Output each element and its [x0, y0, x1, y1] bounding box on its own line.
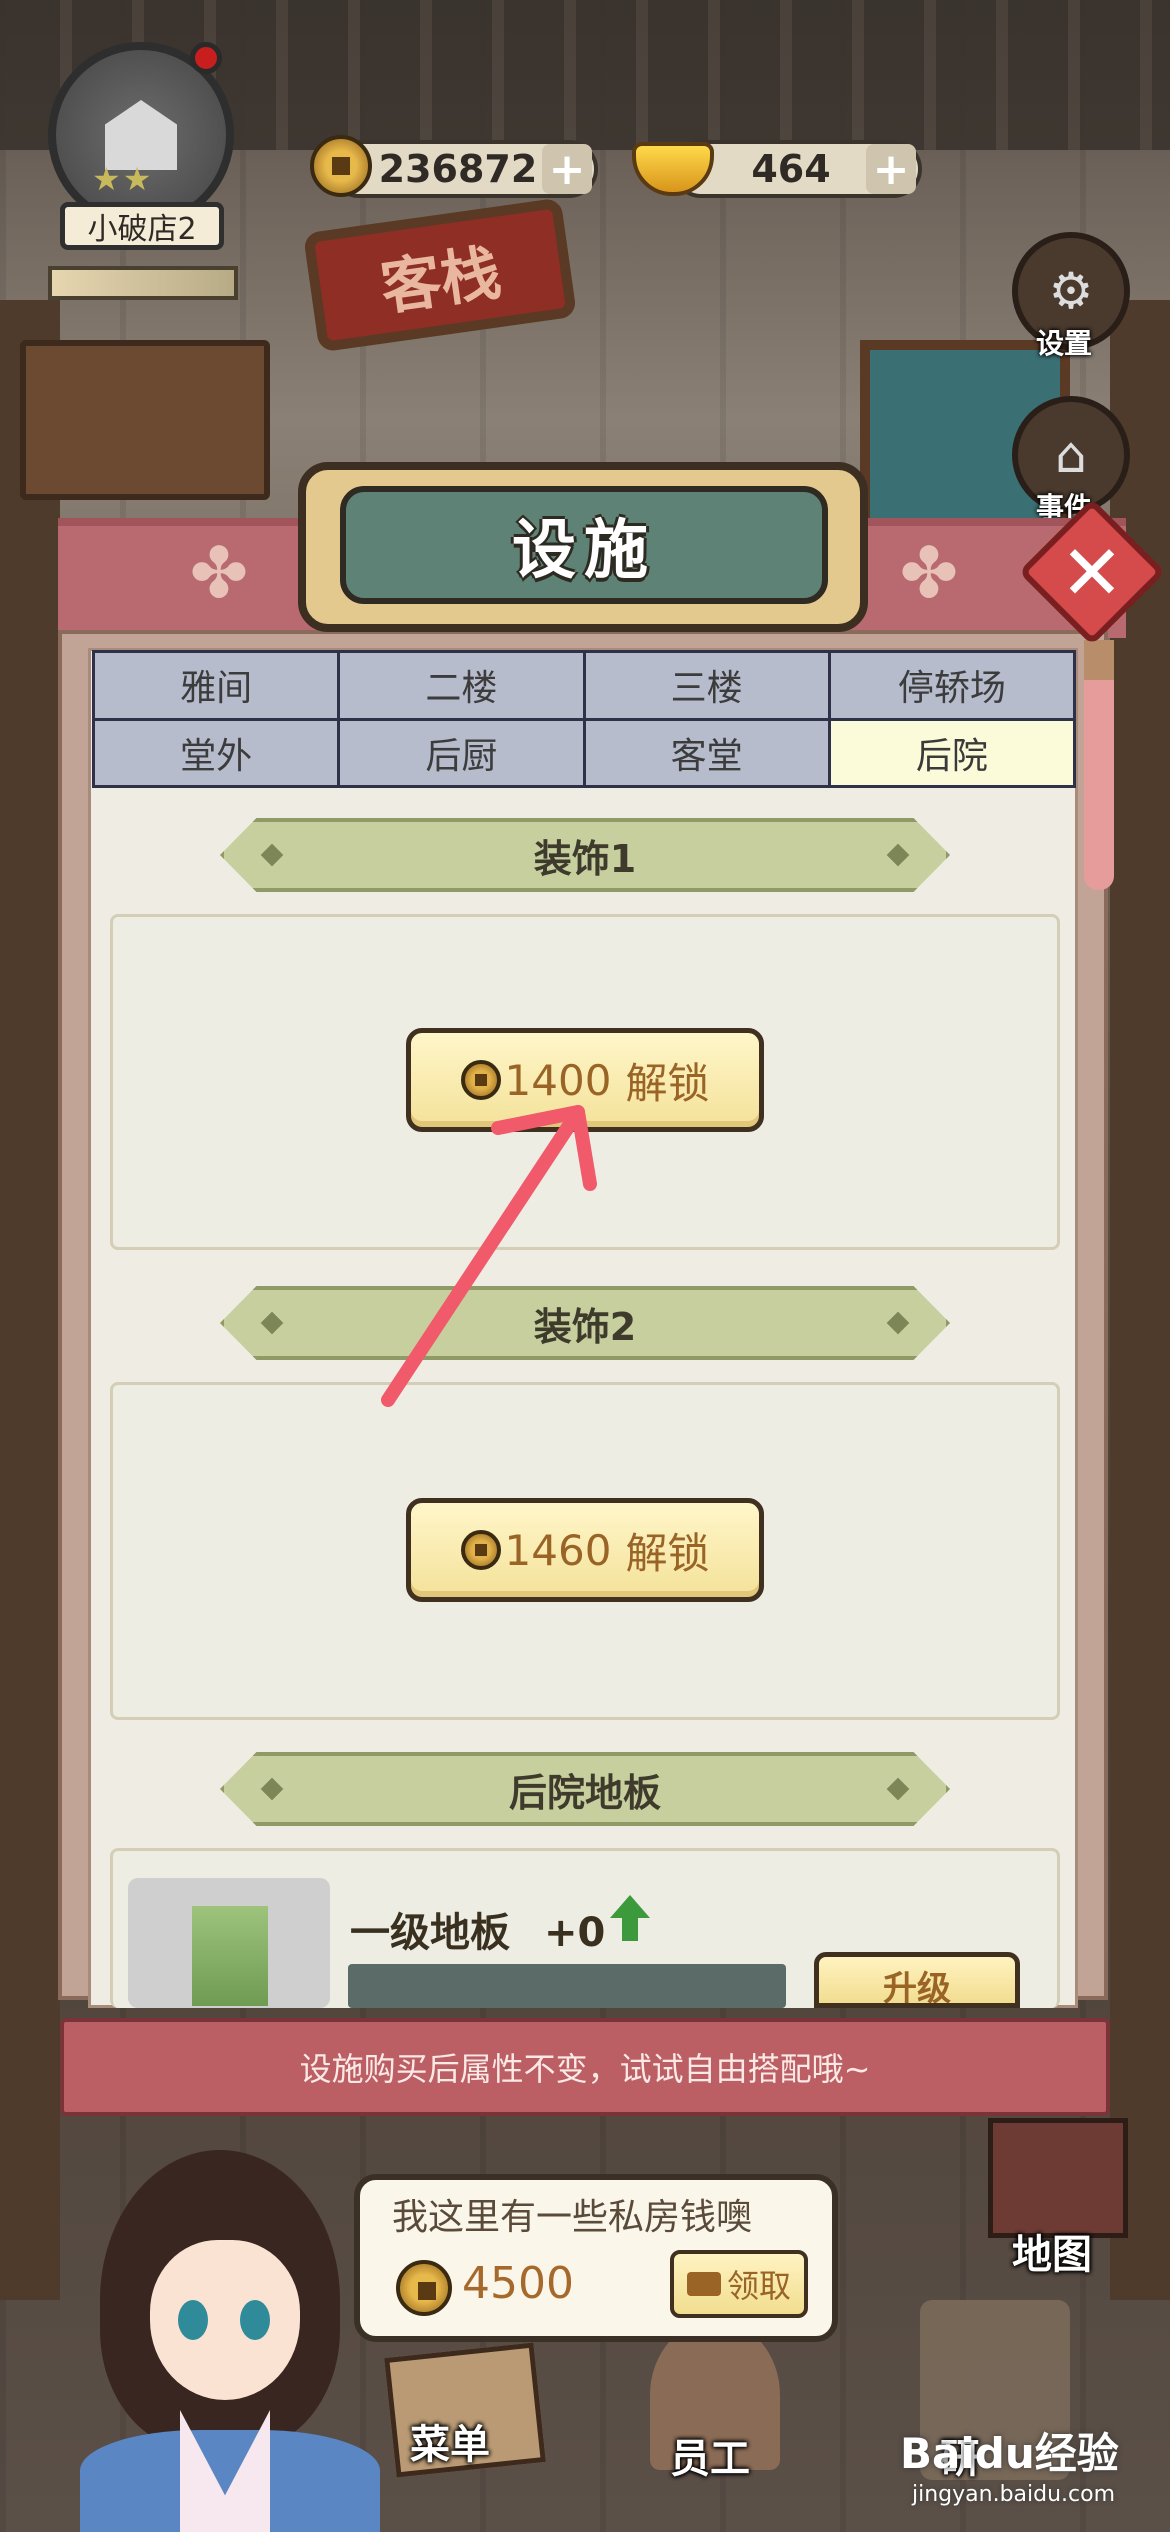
diamond-icon [260, 1311, 284, 1335]
section-header-decoration-2: 装饰2 [220, 1286, 950, 1360]
upgrade-button[interactable]: 升级 [814, 1952, 1020, 2008]
tab-third-floor[interactable]: 三楼 [585, 653, 828, 718]
floor-thumbnail [128, 1878, 330, 2008]
floor-item-title: 一级地板 +0 [350, 1900, 605, 1958]
tab-kitchen[interactable]: 后厨 [340, 720, 583, 785]
shop-name: 小破店2 [60, 202, 224, 250]
section-title: 装饰1 [533, 836, 637, 881]
flower-ornament-icon: ✤ [899, 532, 959, 614]
copper-coin-icon [396, 2260, 452, 2316]
tab-sedan-parking[interactable]: 停轿场 [830, 653, 1073, 718]
facility-tabs: 雅间 二楼 三楼 停轿场 堂外 后厨 客堂 后院 [92, 650, 1076, 788]
diamond-icon [886, 1311, 910, 1335]
copper-coin-icon [460, 1530, 501, 1570]
shop-stars: ★★ [92, 160, 154, 198]
diamond-icon [260, 843, 284, 867]
staff-label[interactable]: 员工 [670, 2426, 750, 2484]
map-building-icon[interactable] [988, 2118, 1128, 2238]
settings-label: 设置 [1036, 327, 1093, 360]
video-icon [686, 2272, 721, 2296]
tab-outside-hall[interactable]: 堂外 [95, 720, 338, 785]
tab-second-floor[interactable]: 二楼 [340, 653, 583, 718]
offer-amount: 4500 [462, 2258, 574, 2309]
notification-dot [190, 42, 222, 74]
floor-map-image [192, 1906, 268, 2006]
left-wall [0, 300, 60, 2300]
unlock-label: 解锁 [625, 1528, 710, 1578]
add-coins-button[interactable]: + [542, 144, 592, 195]
diamond-icon [260, 1777, 284, 1801]
copper-coin-icon [460, 1060, 501, 1100]
shop-progress-bar [48, 266, 238, 300]
shopkeeper-character[interactable] [60, 2150, 380, 2532]
add-ingots-button[interactable]: + [866, 144, 916, 195]
section-title: 后院地板 [508, 1770, 661, 1815]
menu-label[interactable]: 菜单 [410, 2412, 490, 2470]
claim-button[interactable]: 领取 [670, 2250, 808, 2318]
tab-guest-hall[interactable]: 客堂 [585, 720, 828, 785]
building-icon: ⌂ [1055, 426, 1087, 484]
floor-item-bonus: +0 [543, 1910, 606, 1956]
diamond-icon [886, 1777, 910, 1801]
dialog-title: 设施 [340, 486, 828, 604]
baidu-watermark: Baidu经验 [900, 2429, 1119, 2478]
copper-coin-icon [310, 135, 372, 197]
unlock-cost: 1460 [504, 1525, 612, 1575]
inn-sign: 客栈 [302, 197, 578, 353]
tassel-decoration [1084, 640, 1114, 890]
claim-label: 领取 [726, 2267, 791, 2305]
gear-icon: ⚙ [1048, 262, 1094, 320]
unlock-label: 解锁 [625, 1058, 710, 1108]
close-icon[interactable]: ✕ [1040, 520, 1144, 624]
offer-text: 我这里有一些私房钱噢 [392, 2197, 753, 2238]
baidu-watermark-url: jingyan.baidu.com [912, 2482, 1116, 2507]
unlock-decoration-1-button[interactable]: 1400 解锁 [406, 1028, 764, 1132]
tab-yajian[interactable]: 雅间 [95, 653, 338, 718]
tab-backyard[interactable]: 后院 [830, 720, 1073, 785]
diamond-icon [886, 843, 910, 867]
unlock-decoration-2-button[interactable]: 1460 解锁 [406, 1498, 764, 1602]
section-header-backyard-floor: 后院地板 [220, 1752, 950, 1826]
footer-hint: 设施购买后属性不变，试试自由搭配哦~ [60, 2018, 1110, 2116]
unlock-cost: 1400 [504, 1055, 612, 1105]
shelf-decoration [20, 340, 270, 500]
flower-ornament-icon: ✤ [189, 532, 249, 614]
floor-progress-bar [348, 1964, 786, 2008]
map-label[interactable]: 地图 [1012, 2222, 1092, 2280]
floor-item-name: 一级地板 [350, 1910, 510, 1956]
section-header-decoration-1: 装饰1 [220, 818, 950, 892]
section-title: 装饰2 [533, 1304, 637, 1349]
